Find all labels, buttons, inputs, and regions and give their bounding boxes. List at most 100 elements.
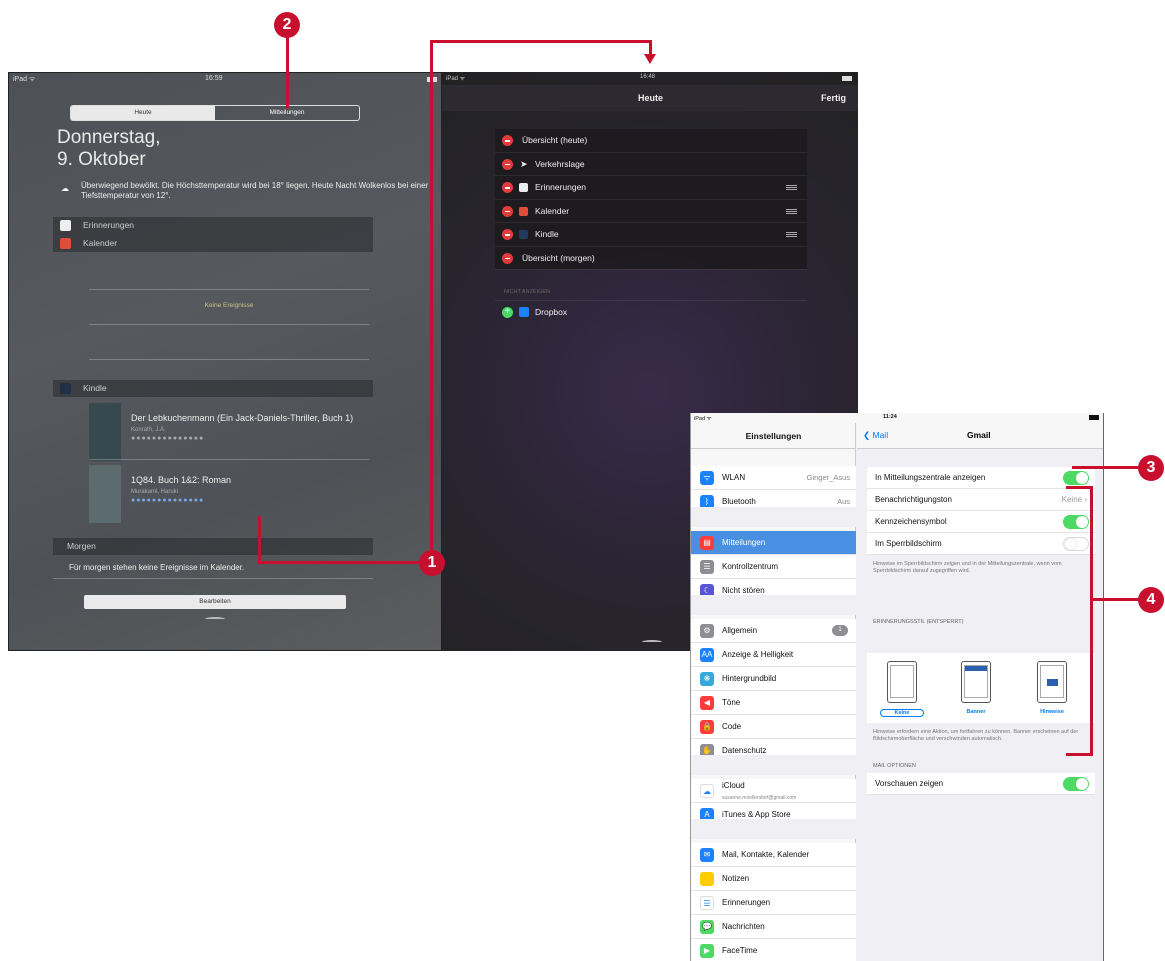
calendar-icon [60,238,71,249]
style-keine[interactable]: Keine [880,709,924,717]
style-banner-icon[interactable] [961,661,991,703]
section-label: Kalender [83,238,118,248]
list-item[interactable]: Erinnerungen [495,176,807,200]
divider [89,459,369,460]
grabber-icon[interactable] [205,617,225,621]
kindle-icon [60,383,71,394]
sidebar-item-mail[interactable]: ✉ Mail, Kontakte, Kalender [691,843,856,867]
tab-mitteilungen[interactable]: Mitteilungen [215,106,359,120]
sidebar-item-label: WLAN [722,473,746,482]
group-separator [691,595,856,615]
style-hinweise[interactable]: Hinweise [1030,709,1074,715]
row-label: Kennzeichensymbol [875,517,947,526]
status-carrier: iPad ᯤ [446,76,466,82]
list-item[interactable]: ➤ Verkehrslage [495,153,807,176]
book-cover [89,403,121,461]
sidebar-item-anzeige[interactable]: AA Anzeige & Helligkeit [691,643,856,667]
settings-screen: iPad ᯤ 11:24 Einstellungen ᯤ WLAN Ginger_A… [690,413,1104,961]
remove-icon[interactable] [502,135,513,146]
sidebar-item-code[interactable]: 🔒 Code [691,715,856,739]
sidebar-item-notizen[interactable]: Notizen [691,867,856,891]
calendar-icon [519,206,528,216]
sidebar-item-erinnerungen[interactable]: ☰ Erinnerungen [691,891,856,915]
toggle-switch[interactable] [1063,537,1089,551]
status-time: 11:24 [883,414,897,420]
status-time: 16:48 [640,74,656,80]
row-kennzeichensymbol[interactable]: Kennzeichensymbol [867,511,1095,533]
sidebar-title: Einstellungen [691,423,856,449]
sidebar-item-label: Datenschutz [722,746,767,755]
row-sperrbildschirm[interactable]: Im Sperrbildschirm [867,533,1095,555]
sidebar-item-value: Ginger_Asus [806,473,850,482]
item-label: Übersicht (heute) [522,135,588,145]
callout-line [1090,598,1140,601]
sidebar-item-label: Notizen [722,874,750,883]
nav-bar: Heute Fertig [442,85,858,111]
sidebar-item-kontrollzentrum[interactable]: ☰ Kontrollzentrum [691,555,856,579]
list-item[interactable]: + Dropbox [495,301,807,323]
nachrichten-icon: 💬 [700,920,714,934]
back-button[interactable]: ❮ Mail [863,430,888,441]
style-alert-icon[interactable] [1037,661,1067,703]
remove-icon[interactable] [502,229,513,240]
remove-icon[interactable] [502,252,513,264]
remove-icon[interactable] [502,182,513,193]
reorder-icon[interactable] [786,185,797,190]
hintergrundbild-icon: ❋ [700,672,714,686]
add-icon[interactable]: + [502,307,513,318]
toggle-switch[interactable] [1063,777,1089,791]
style-banner[interactable]: Banner [954,709,998,715]
list-item[interactable]: Übersicht (morgen) [495,247,807,270]
toggle-switch[interactable] [1063,515,1089,529]
row-mitteilungszentrale[interactable]: In Mitteilungszentrale anzeigen [867,467,1095,489]
style-none-icon[interactable] [887,661,917,703]
chevron-left-icon: ❮ [863,430,871,440]
cloud-icon: ☁ [61,184,69,193]
reorder-icon[interactable] [786,232,797,237]
sidebar-item-label: Kontrollzentrum [722,562,779,571]
callout-line [1072,466,1142,469]
section-kindle: Kindle [53,380,373,397]
update-badge: 1 [832,625,848,636]
book-cover [89,465,121,523]
row-vorschauen[interactable]: Vorschauen zeigen [867,773,1095,795]
section-label: Kindle [83,383,107,393]
book-item[interactable]: Der Lebkuchenmann (Ein Jack-Daniels-Thri… [89,403,374,467]
book-item[interactable]: 1Q84. Buch 1&2: Roman Murakami, Haruki ●… [89,465,374,529]
sidebar-item-hintergrundbild[interactable]: ❋ Hintergrundbild [691,667,856,691]
callout-line [1090,486,1093,756]
section-label: Erinnerungen [83,220,135,230]
tab-heute[interactable]: Heute [71,106,215,120]
sidebar-item-facetime[interactable]: ▶ FaceTime [691,939,856,961]
dropbox-icon [519,307,529,317]
list-item[interactable]: Kindle [495,223,807,247]
sidebar-item-label: Bluetooth [722,497,756,506]
edit-button[interactable]: Bearbeiten [84,595,346,609]
sidebar-item-nachrichten[interactable]: 💬 Nachrichten [691,915,856,939]
sidebar-item-icloud[interactable]: ☁ iCloud susanne.moellendorf@gmail.com [691,779,856,803]
sidebar-item-toene[interactable]: ◀ Töne [691,691,856,715]
hidden-section-header: NICHT ANZEIGEN [504,289,551,295]
remove-icon[interactable] [502,158,513,170]
list-item[interactable]: Übersicht (heute) [495,129,807,153]
toggle-switch[interactable] [1063,471,1089,485]
grabber-icon[interactable] [642,640,662,644]
reorder-icon[interactable] [786,208,797,214]
sidebar-item-mitteilungen[interactable]: ▤ Mitteilungen [691,531,856,555]
list-item[interactable]: Kalender [495,200,807,223]
sidebar-item-wlan[interactable]: ᯤ WLAN Ginger_Asus [691,466,856,490]
arrow-down-icon [644,54,656,64]
sidebar-item-label: FaceTime [722,946,758,955]
done-button[interactable]: Fertig [821,93,846,103]
book-author: Murakami, Haruki [131,489,179,495]
group-separator [691,819,856,839]
remove-icon[interactable] [502,205,513,217]
battery-icon [1089,415,1099,420]
status-bar: iPad ᯤ 16:48 [442,72,858,85]
weather-summary: Überwiegend bewölkt. Die Höchsttemperatu… [81,181,429,200]
row-benachrichtigungston[interactable]: Benachrichtigungston Keine › [867,489,1095,511]
notizen-icon [700,872,714,886]
nav-title: Heute [638,93,664,103]
allgemein-icon: ⚙ [700,624,714,638]
sidebar-item-allgemein[interactable]: ⚙ Allgemein 1 [691,619,856,643]
